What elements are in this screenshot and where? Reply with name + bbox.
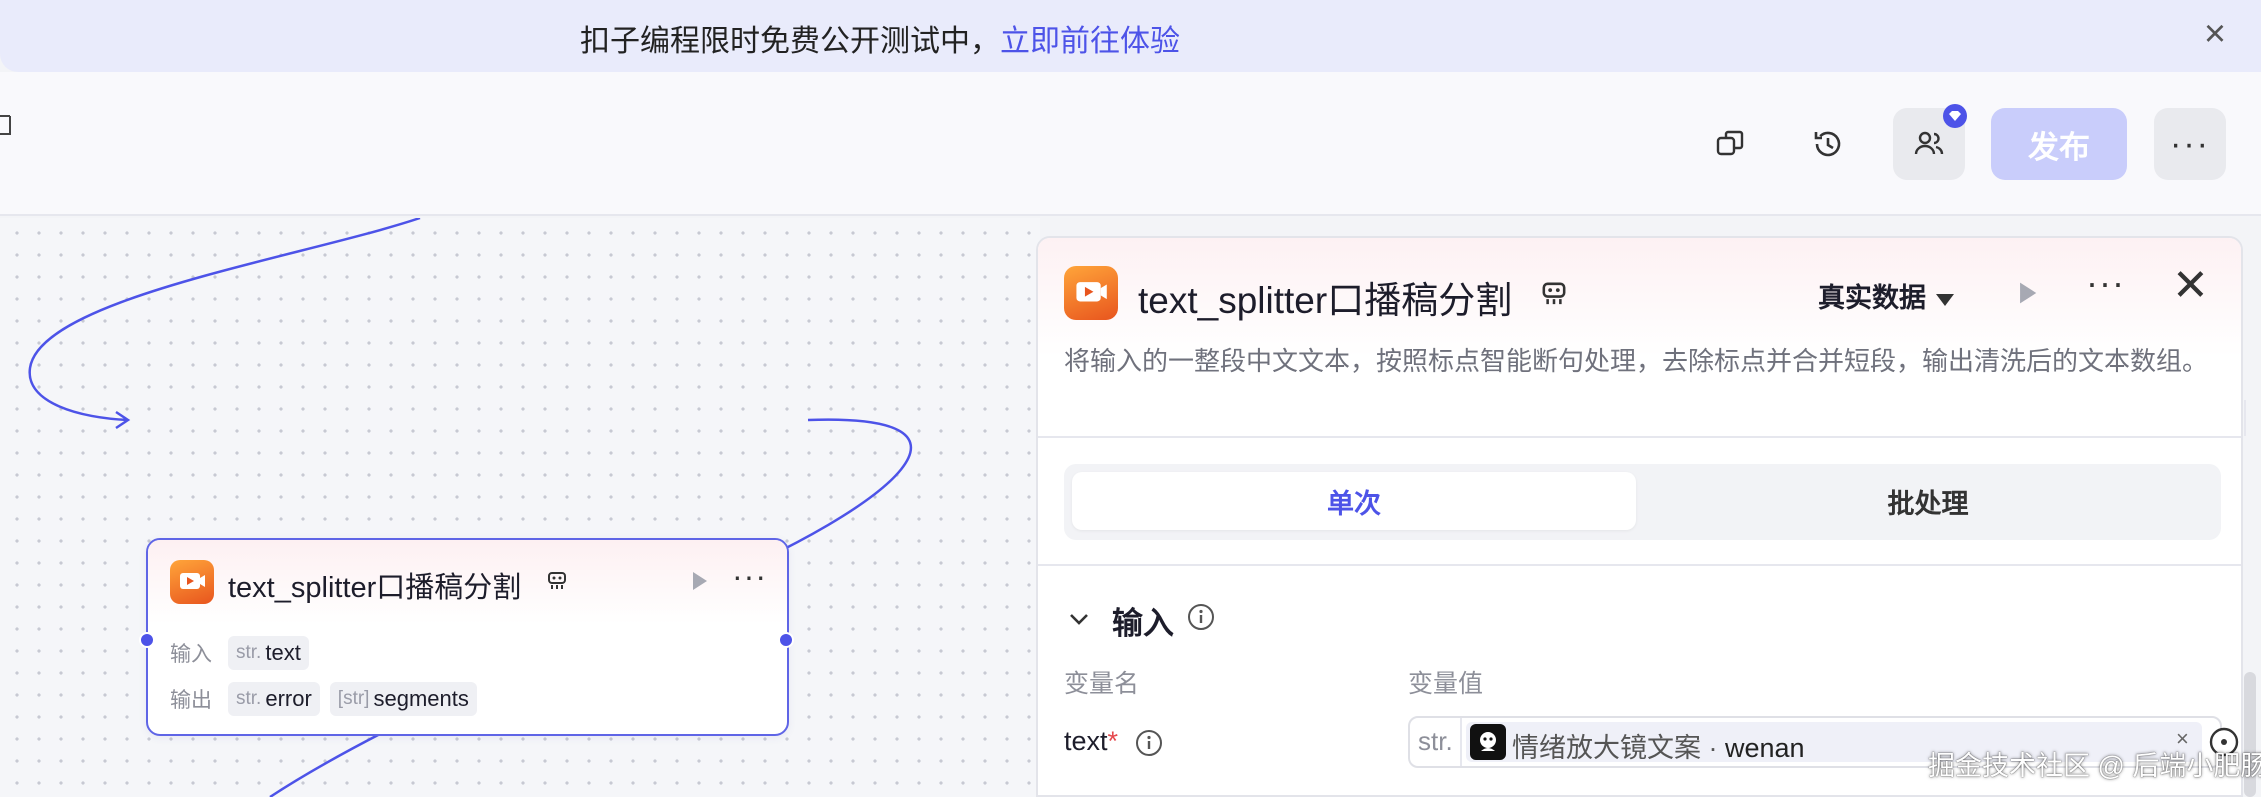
close-icon[interactable]: ✕: [2172, 264, 2209, 308]
banner-text: 扣子编程限时免费公开测试中，: [580, 25, 1000, 58]
tab-single[interactable]: 单次: [1072, 472, 1636, 530]
column-header-name: 变量名: [1064, 670, 1140, 698]
run-icon[interactable]: [2012, 278, 2042, 308]
type-tag: str.: [236, 642, 262, 663]
bot-avatar-icon: [1470, 724, 1506, 760]
node-input-row: 输入 str. text: [170, 636, 319, 670]
input-chip-text: str. text: [228, 636, 309, 670]
run-node-icon[interactable]: [686, 568, 712, 594]
node-test-panel: text_splitter口播稿分割 真实数据 ··· ✕ 将输入的一整段中文文…: [1036, 236, 2243, 797]
divider: [1460, 718, 1462, 766]
output-chip-error: str. error: [228, 682, 320, 716]
announcement-banner: 扣子编程限时免费公开测试中，立即前往体验 ×: [0, 0, 2261, 72]
node-output-row: 输出 str. error [str] segments: [170, 682, 487, 716]
panel-more-icon[interactable]: ···: [2086, 262, 2125, 304]
column-header-value: 变量值: [1408, 670, 1484, 698]
node-type-icon: [546, 570, 568, 592]
history-icon[interactable]: [1792, 108, 1864, 180]
video-plugin-icon: [1064, 266, 1118, 320]
divider: [2244, 400, 2246, 436]
info-icon[interactable]: [1186, 602, 1216, 632]
workflow-canvas[interactable]: text_splitter口播稿分割 ··· 输入 str. text 输出 st…: [0, 218, 1040, 797]
input-label: 输入: [170, 643, 212, 666]
node-type-icon: [1540, 280, 1568, 308]
variable-type-tag: str.: [1418, 726, 1453, 756]
watermark: 掘金技术社区 @ 后端小肥肠: [1928, 751, 2261, 781]
divider: [1038, 564, 2241, 566]
source-field-name: wenan: [1725, 733, 1805, 763]
tab-batch[interactable]: 批处理: [1646, 472, 2210, 530]
input-section-title: 输入: [1112, 606, 1174, 641]
data-mode-select[interactable]: 真实数据: [1818, 276, 1954, 315]
banner-link[interactable]: 立即前往体验: [1000, 25, 1180, 58]
banner-message: 扣子编程限时免费公开测试中，立即前往体验: [580, 16, 1180, 60]
truncated-edge-icon: [0, 112, 14, 145]
variable-name-text: text: [1064, 726, 1108, 756]
data-mode-label: 真实数据: [1818, 283, 1926, 313]
variable-reference-text: 情绪放大镜文案 · wenan: [1512, 726, 1805, 765]
variable-name: text*: [1064, 726, 1118, 757]
panel-header: text_splitter口播稿分割 真实数据 ··· ✕ 将输入的一整段中文文…: [1038, 238, 2241, 438]
chevron-down-icon[interactable]: [1066, 606, 1092, 632]
output-port[interactable]: [778, 632, 794, 648]
param-name: segments: [373, 686, 469, 711]
separator: ·: [1701, 733, 1725, 763]
node-title: text_splitter口播稿分割: [228, 572, 522, 604]
run-mode-tabs: 单次 批处理: [1064, 464, 2221, 540]
param-name: error: [265, 686, 312, 711]
panel-title: text_splitter口播稿分割: [1138, 280, 1513, 321]
video-plugin-icon: [170, 560, 214, 604]
copy-icon[interactable]: [1694, 108, 1766, 180]
input-port[interactable]: [139, 632, 155, 648]
node-more-icon[interactable]: ···: [732, 558, 767, 595]
output-chip-segments: [str] segments: [329, 682, 477, 716]
caret-down-icon: [1936, 293, 1954, 306]
top-toolbar: 发布 ···: [0, 72, 2261, 216]
premium-gem-icon: [1943, 104, 1967, 128]
param-name: text: [265, 640, 301, 665]
type-tag: [str]: [337, 688, 370, 709]
node-description: 将输入的一整段中文文本，按照标点智能断句处理，去除标点并合并短段，输出清洗后的文…: [1064, 346, 2209, 376]
output-label: 输出: [170, 689, 212, 712]
text-splitter-node[interactable]: text_splitter口播稿分割 ··· 输入 str. text 输出 st…: [139, 538, 794, 736]
close-icon[interactable]: ×: [2197, 15, 2233, 53]
incoming-wire: [28, 218, 421, 422]
publish-button[interactable]: 发布: [1991, 108, 2127, 180]
source-node-name: 情绪放大镜文案: [1512, 733, 1701, 763]
required-mark: *: [1107, 726, 1119, 756]
type-tag: str.: [236, 688, 262, 709]
more-icon[interactable]: ···: [2154, 108, 2226, 180]
info-icon[interactable]: [1134, 728, 1164, 758]
